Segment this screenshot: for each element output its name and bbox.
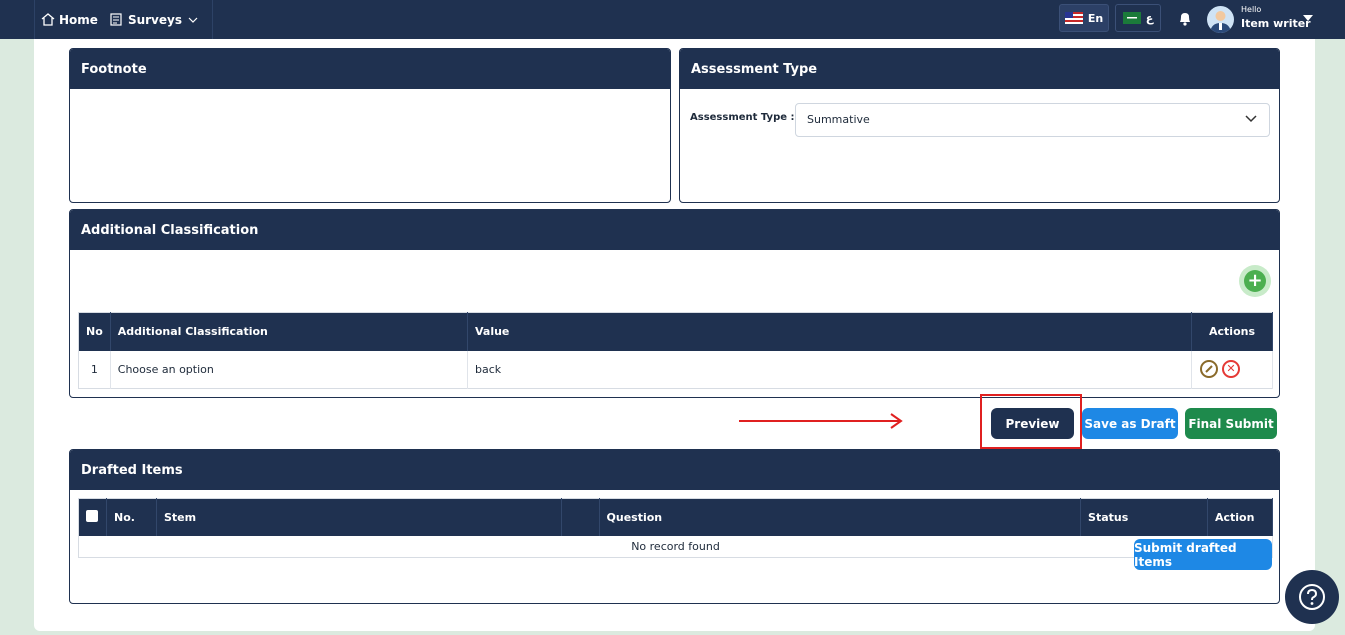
edit-icon[interactable] [1200,360,1219,379]
drafted-items-title: Drafted Items [70,450,1279,490]
col-action: Action [1207,498,1274,536]
home-icon [41,13,55,26]
drafted-items-table: No. Stem Question Status Action No recor… [78,498,1274,558]
us-flag-icon [1064,12,1083,24]
col-stem: Stem [156,498,562,536]
bell-icon[interactable] [1178,11,1192,26]
nav-home-label: Home [59,12,98,27]
assessment-type-label: Assessment Type : [690,112,795,123]
top-navbar: Home Surveys En ع Hello Item writer [0,0,1345,39]
nav-surveys[interactable]: Surveys [104,0,213,39]
nav-surveys-label: Surveys [127,12,182,27]
table-header-row: No. Stem Question Status Action [78,498,1274,536]
classification-table: No Additional Classification Value Actio… [78,312,1273,389]
col-actions: Actions [1191,312,1273,351]
table-header-row: No Additional Classification Value Actio… [78,312,1273,351]
nav-home[interactable]: Home [34,0,104,39]
col-value: Value [467,312,1193,351]
delete-icon[interactable]: ✕ [1222,360,1241,379]
final-submit-button[interactable]: Final Submit [1185,408,1277,439]
caret-down-icon[interactable] [1303,15,1313,21]
col-select [78,498,107,536]
lang-arabic-button[interactable]: ع [1115,4,1161,32]
chevron-down-icon [1245,115,1257,123]
arrow-annotation-icon [739,413,903,429]
assessment-type-title: Assessment Type [680,49,1279,89]
main-content: Footnote Assessment Type Assessment Type… [34,39,1315,631]
question-mark-icon [1299,584,1325,610]
plus-icon: + [1244,270,1266,292]
preview-button[interactable]: Preview [991,408,1074,439]
lang-ar-label: ع [1145,11,1154,25]
col-blank [561,498,600,536]
lang-english-button[interactable]: En [1059,4,1109,32]
additional-classification-title: Additional Classification [70,210,1279,250]
help-button[interactable] [1285,570,1339,624]
empty-message: No record found [78,535,1273,558]
row-classification: Choose an option [110,350,469,389]
col-no: No. [106,498,157,536]
drafted-items-card: Drafted Items No. Stem Question Status A… [69,449,1280,604]
col-no: No [78,312,111,351]
col-status: Status [1080,498,1208,536]
avatar[interactable] [1207,6,1234,33]
row-value: back [467,350,1193,389]
lang-en-label: En [1087,11,1104,25]
submit-drafted-items-button[interactable]: Submit drafted Items [1134,539,1272,570]
saudi-flag-icon [1122,12,1141,24]
assessment-type-select[interactable]: Summative [795,103,1270,137]
save-as-draft-button[interactable]: Save as Draft [1082,408,1178,439]
additional-classification-card: Additional Classification + No Additiona… [69,209,1280,398]
select-all-checkbox[interactable] [86,509,98,522]
col-classification: Additional Classification [110,312,469,351]
footnote-card: Footnote [69,48,671,203]
row-actions: ✕ [1191,350,1273,389]
add-classification-button[interactable]: + [1239,265,1271,297]
assessment-type-value: Summative [807,113,870,126]
table-row: 1 Choose an option back ✕ [78,350,1273,389]
assessment-type-card: Assessment Type Assessment Type : Summat… [679,48,1280,203]
col-question: Question [599,498,1082,536]
row-no: 1 [78,350,111,389]
user-avatar-icon [1210,11,1231,33]
greeting-text: Hello [1241,5,1262,14]
footnote-title: Footnote [70,49,670,89]
table-row: No record found [78,535,1273,558]
survey-icon [110,13,122,26]
chevron-down-icon [188,17,198,23]
user-name[interactable]: Item writer [1241,17,1311,30]
